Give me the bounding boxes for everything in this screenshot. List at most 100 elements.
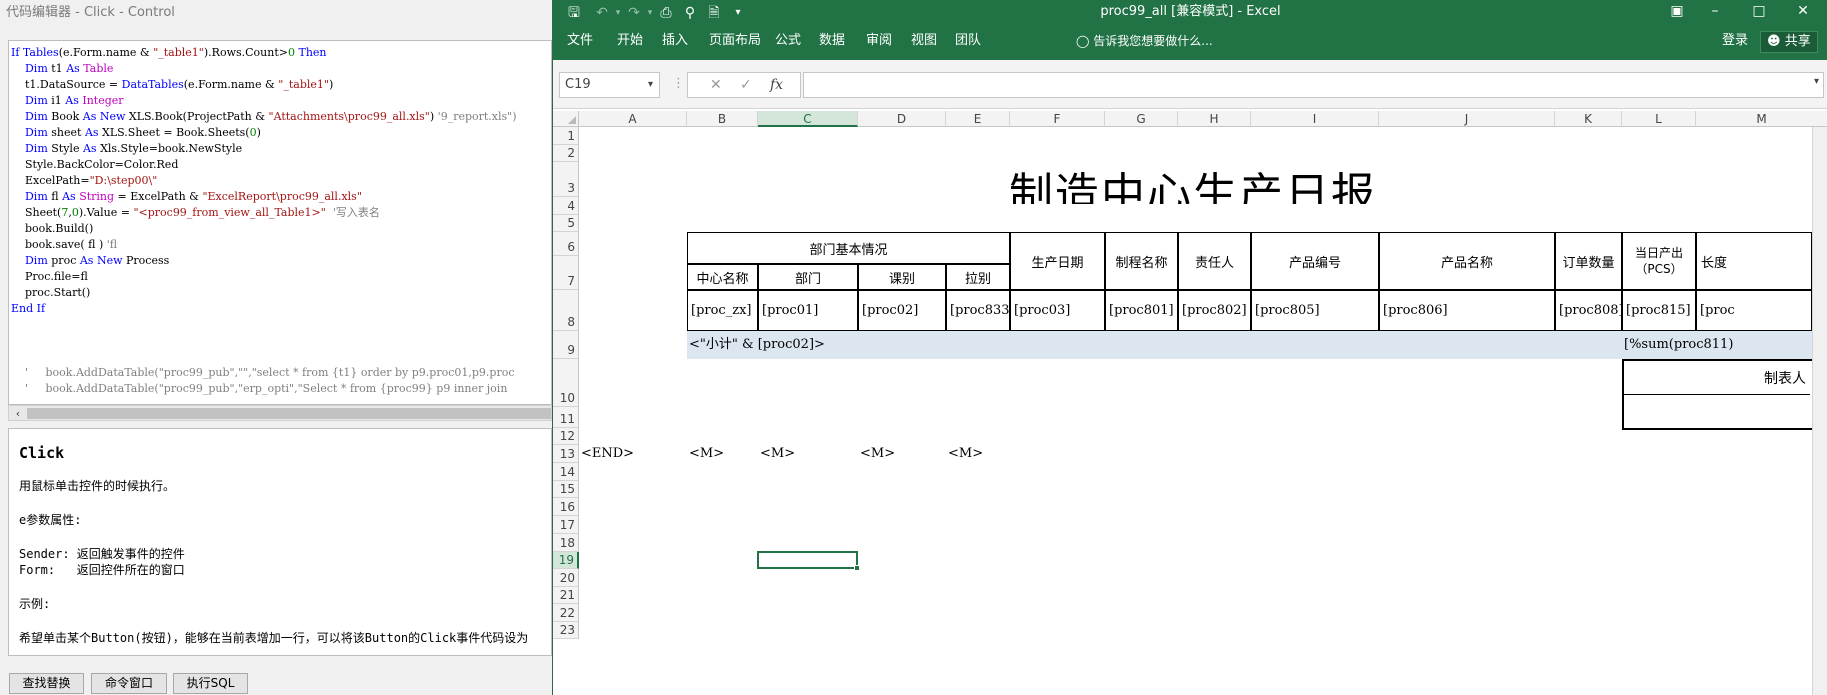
row-header[interactable]: 2	[553, 145, 579, 162]
ribbon-display-options-icon[interactable]: ▣	[1663, 0, 1691, 22]
column-header[interactable]: F	[1010, 111, 1105, 127]
row-header[interactable]: 17	[553, 516, 579, 534]
ribbon-tab[interactable]: 文件	[567, 26, 593, 56]
row-header[interactable]: 10	[553, 359, 579, 407]
column-header[interactable]: K	[1555, 111, 1622, 127]
subtotal-sum: [%sum(proc811)	[1624, 337, 1734, 352]
formula-bar-resize-handle[interactable]: ⋮	[672, 76, 685, 91]
code-token: ' book.AddDataTable("proc99_pub","erp_op…	[11, 382, 508, 395]
help-line: 希望单击某个Button(按钮)，能够在当前表增加一行，可以将该Button的C…	[19, 631, 529, 645]
code-token: 0	[249, 126, 257, 139]
ribbon-tab[interactable]: 公式	[775, 26, 801, 56]
ribbon-tab[interactable]: 开始	[617, 26, 643, 56]
column-header[interactable]: L	[1622, 111, 1696, 127]
vertical-scrollbar[interactable]	[1812, 127, 1827, 695]
row-header[interactable]: 16	[553, 498, 579, 516]
code-token: Dim	[11, 254, 52, 267]
row-header[interactable]: 6	[553, 232, 579, 256]
ribbon-tab[interactable]: 数据	[819, 26, 845, 56]
row-header[interactable]: 7	[553, 256, 579, 290]
column-header[interactable]: H	[1178, 111, 1251, 127]
selected-cell-c19[interactable]	[757, 551, 858, 569]
column-header[interactable]: J	[1379, 111, 1555, 127]
data-cell: [proc802]	[1178, 290, 1251, 331]
code-token: book.Build()	[11, 222, 94, 235]
ribbon-tab[interactable]: 审阅	[866, 26, 892, 56]
row-header[interactable]: 20	[553, 569, 579, 587]
row-header[interactable]: 11	[553, 407, 579, 428]
row-header[interactable]: 1	[553, 127, 579, 145]
minimize-icon[interactable]: –	[1701, 0, 1729, 22]
code-token: As	[62, 190, 80, 203]
code-token: Dim	[11, 94, 52, 107]
code-token: Table	[83, 62, 114, 75]
report-title: 制造中心生产日报	[1009, 169, 1377, 204]
name-box[interactable]: C19 ▾	[559, 72, 660, 98]
help-line	[19, 578, 541, 596]
help-line	[19, 494, 541, 512]
ribbon-tab[interactable]: 视图	[911, 26, 937, 56]
column-header[interactable]: E	[946, 111, 1010, 127]
row-header[interactable]: 5	[553, 215, 579, 232]
column-header[interactable]: I	[1251, 111, 1379, 127]
row-header[interactable]: 3	[553, 162, 579, 197]
row-header[interactable]: 21	[553, 587, 579, 604]
lightbulb-icon: ◯	[1076, 34, 1094, 48]
exec-sql-button[interactable]: 执行SQL	[173, 673, 248, 694]
code-token: fl	[51, 190, 63, 203]
select-all-corner[interactable]	[553, 111, 579, 127]
column-header[interactable]: D	[858, 111, 946, 127]
code-lines: If Tables(e.Form.name & "_table1").Rows.…	[11, 45, 517, 397]
code-horizontal-scrollbar[interactable]: ‹	[8, 405, 552, 421]
row-header[interactable]: 15	[553, 481, 579, 498]
row-header[interactable]: 22	[553, 604, 579, 622]
row-header[interactable]: 4	[553, 197, 579, 215]
ribbon-tab[interactable]: 页面布局	[709, 26, 761, 56]
maximize-icon[interactable]: □	[1745, 0, 1773, 22]
code-token: As	[82, 142, 101, 155]
row-header[interactable]: 14	[553, 463, 579, 481]
share-button[interactable]: ☻ 共享	[1760, 31, 1818, 53]
name-box-dropdown-icon[interactable]: ▾	[648, 73, 660, 97]
row-header[interactable]: 12	[553, 428, 579, 445]
code-token: "D:\step00\"	[89, 174, 158, 187]
code-token: ExcelPath=	[11, 174, 90, 187]
help-line: 示例:	[19, 597, 51, 611]
column-header[interactable]: M	[1696, 111, 1827, 127]
scrollbar-thumb[interactable]	[27, 408, 551, 419]
code-token: )	[328, 78, 334, 91]
row-header[interactable]: 23	[553, 622, 579, 639]
code-token: book.save( fl )	[11, 238, 107, 251]
code-token: Dim	[11, 110, 52, 123]
ribbon-tab[interactable]: 插入	[662, 26, 688, 56]
data-cell: [proc833]	[946, 290, 1010, 331]
row-header[interactable]: 8	[553, 290, 579, 331]
cancel-entry-icon[interactable]: ✕	[710, 75, 722, 95]
row-header[interactable]: 13	[553, 445, 579, 463]
row-header[interactable]: 19	[553, 552, 579, 569]
code-line: ' book.AddDataTable("proc99_pub","erp_op…	[11, 381, 517, 397]
column-header[interactable]: G	[1105, 111, 1178, 127]
code-line: ExcelPath="D:\step00\"	[11, 173, 517, 189]
help-line	[19, 612, 541, 630]
code-text-area[interactable]: If Tables(e.Form.name & "_table1").Rows.…	[8, 40, 552, 405]
scroll-left-arrow-icon[interactable]: ‹	[11, 406, 25, 422]
confirm-entry-icon[interactable]: ✓	[740, 75, 752, 95]
close-icon[interactable]: ✕	[1789, 0, 1817, 22]
command-window-button[interactable]: 命令窗口	[91, 673, 167, 694]
row-header[interactable]: 9	[553, 331, 579, 359]
ribbon-tab[interactable]: 团队	[955, 26, 981, 56]
expand-formula-bar-icon[interactable]: ▾	[1814, 76, 1819, 87]
row-header[interactable]: 18	[553, 534, 579, 552]
login-link[interactable]: 登录	[1722, 26, 1748, 56]
column-header[interactable]: B	[687, 111, 758, 127]
column-header[interactable]: A	[579, 111, 687, 127]
worksheet-grid[interactable]: ABCDEFGHIJKLM 1 2 3 4 5 6 7 8 9 10 11 12 13 14 15 16 17 1…	[553, 111, 1827, 695]
find-replace-button[interactable]: 查找替换	[9, 673, 84, 694]
tell-me-search[interactable]: ◯ 告诉我您想要做什么...	[1076, 26, 1213, 56]
data-cell: [proc815]	[1622, 290, 1696, 331]
formula-input[interactable]: ▾	[803, 72, 1824, 98]
column-header[interactable]: C	[758, 111, 858, 127]
insert-function-icon[interactable]: fx	[770, 75, 783, 95]
code-line: ' book.AddDataTable("proc99_pub","","sel…	[11, 365, 517, 381]
